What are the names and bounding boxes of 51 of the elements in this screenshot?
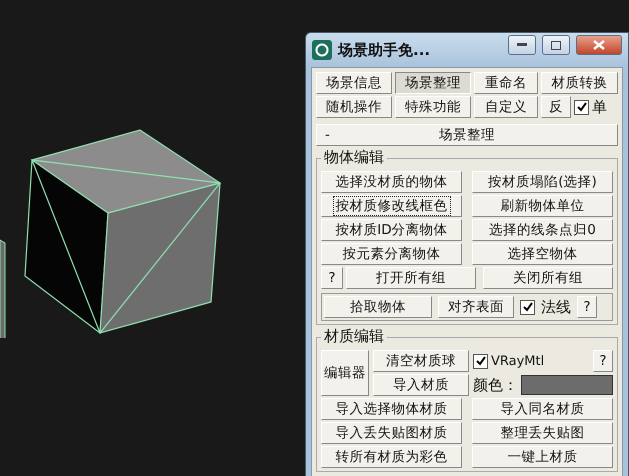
checkbox-label: 法线 xyxy=(541,298,571,316)
tab[interactable]: 材质转换 xyxy=(541,72,618,94)
editor-button[interactable]: 编辑器 xyxy=(321,350,369,396)
tab[interactable]: 特殊功能 xyxy=(395,96,471,118)
close-icon xyxy=(593,40,605,50)
checkbox-label: VRayMtl xyxy=(491,354,544,368)
checkbox-label: 单 xyxy=(592,98,607,116)
action-button[interactable]: 选择没材质的物体 xyxy=(321,171,462,193)
minimize-icon xyxy=(517,43,527,47)
action-button[interactable]: 导入丢失贴图材质 xyxy=(321,422,462,444)
action-button[interactable]: 按材质塌陷(选择) xyxy=(472,171,613,193)
action-button[interactable]: 刷新物体单位 xyxy=(472,195,613,217)
checkbox[interactable] xyxy=(520,300,535,314)
action-button[interactable]: 按材质修改线框色 xyxy=(321,195,462,217)
clear-button[interactable]: 清空材质球 xyxy=(373,350,469,372)
group-title: 材质编辑 xyxy=(321,327,387,346)
action-button[interactable]: 按材质ID分离物体 xyxy=(321,219,462,241)
window-title: 场景助手免... xyxy=(338,40,432,60)
help-button[interactable]: ? xyxy=(593,350,613,372)
tab[interactable]: 场景信息 xyxy=(316,72,392,94)
action-button[interactable]: 导入选择物体材质 xyxy=(321,398,462,420)
help-button[interactable]: ? xyxy=(577,296,597,318)
action-button[interactable]: 按元素分离物体 xyxy=(321,243,462,265)
tab[interactable]: 自定义 xyxy=(474,96,538,118)
align-button[interactable]: 对齐表面 xyxy=(438,296,514,318)
tab[interactable]: 场景整理 xyxy=(395,72,471,94)
checkbox[interactable] xyxy=(473,354,488,368)
pick-button[interactable]: 拾取物体 xyxy=(324,296,432,318)
tab[interactable]: 随机操作 xyxy=(316,96,392,118)
checkbox[interactable] xyxy=(574,100,589,114)
close-button[interactable] xyxy=(576,35,622,55)
app-icon xyxy=(312,40,332,60)
import-button[interactable]: 导入材质 xyxy=(373,374,469,396)
invert-button[interactable]: 反 xyxy=(541,96,571,118)
help-button[interactable]: ? xyxy=(321,267,343,289)
rollout-header[interactable]: - 场景整理 xyxy=(316,124,618,146)
action-button[interactable]: 选择的线条点归0 xyxy=(472,219,613,241)
color-label: 颜色： xyxy=(473,376,518,394)
close-groups-button[interactable]: 关闭所有组 xyxy=(483,267,613,289)
color-swatch[interactable] xyxy=(521,375,613,395)
action-button[interactable]: 一键上材质 xyxy=(472,446,613,468)
action-button[interactable]: 导入同名材质 xyxy=(472,398,613,420)
tab[interactable]: 重命名 xyxy=(474,72,538,94)
open-groups-button[interactable]: 打开所有组 xyxy=(346,267,476,289)
action-button[interactable]: 整理丢失贴图 xyxy=(472,422,613,444)
minimize-button[interactable] xyxy=(508,35,536,55)
maximize-button[interactable] xyxy=(542,35,570,55)
group-title: 物体编辑 xyxy=(321,148,387,167)
action-button[interactable]: 选择空物体 xyxy=(472,243,613,265)
maximize-icon xyxy=(551,40,561,50)
action-button[interactable]: 转所有材质为彩色 xyxy=(321,446,462,468)
